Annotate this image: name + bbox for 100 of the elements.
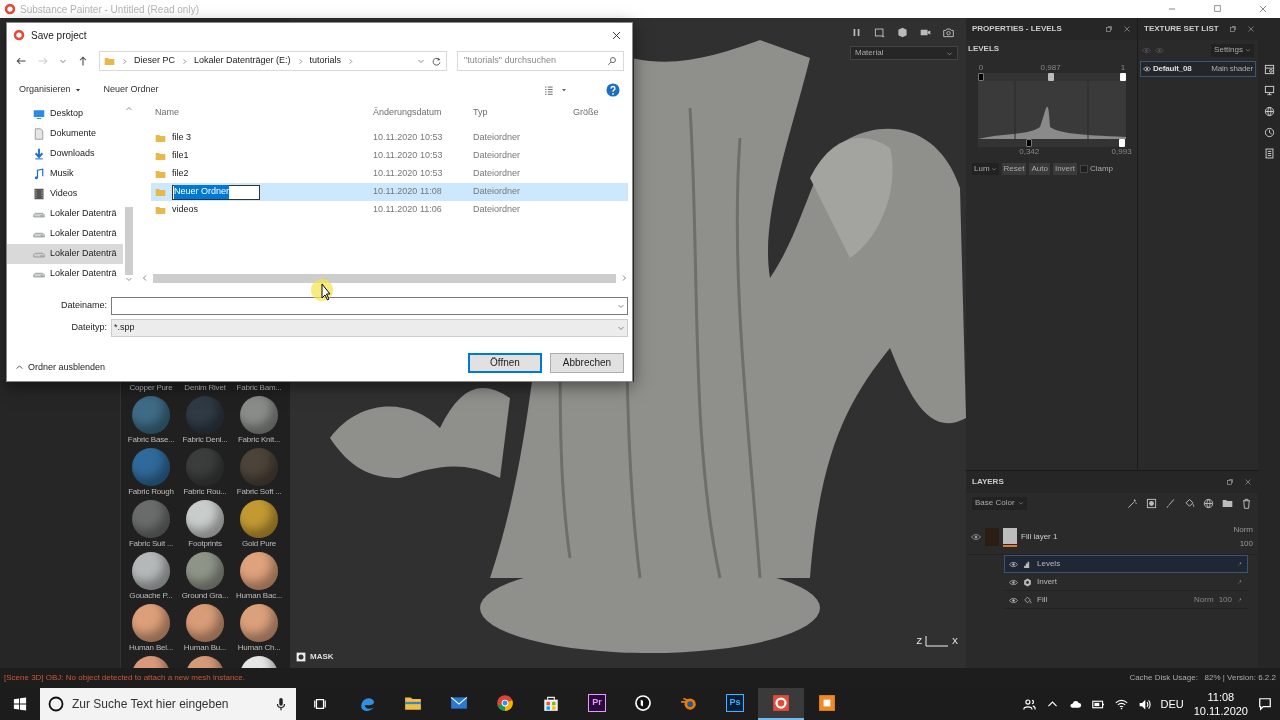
sidebar-item[interactable]: Videos: [7, 184, 123, 204]
toolbar-button[interactable]: Neuer Ordner: [103, 81, 159, 99]
pin-icon[interactable]: [1237, 561, 1243, 567]
help-icon[interactable]: [606, 83, 620, 97]
arrow-up-icon[interactable]: [77, 55, 89, 67]
popout-icon[interactable]: [1105, 25, 1113, 33]
dialog-button[interactable]: Abbrechen: [550, 352, 624, 373]
monitor-icon[interactable]: [1263, 85, 1275, 96]
search-bar[interactable]: Zur Suche Text hier eingeben: [40, 688, 296, 720]
wifi-icon[interactable]: [1114, 697, 1128, 711]
sidebar-item[interactable]: Dokumente: [7, 124, 123, 144]
file-type-dropdown[interactable]: *.spp: [111, 319, 628, 337]
hide-folders-button[interactable]: Ordner ausblenden: [15, 361, 106, 375]
sidebar-item[interactable]: Desktop: [7, 104, 123, 124]
sidebar-item[interactable]: Musik: [7, 164, 123, 184]
effect-row[interactable]: Fill Norm 100: [1004, 591, 1248, 609]
breadcrumb-item[interactable]: tutorials: [309, 54, 342, 68]
trash-icon[interactable]: [1241, 497, 1252, 509]
close-icon[interactable]: [611, 29, 622, 41]
folder-icon[interactable]: [1222, 497, 1233, 509]
rename-field[interactable]: Neuer Ordner: [172, 184, 260, 200]
file-row[interactable]: Neuer Ordner 10.11.2020 11:08 Dateiordner: [151, 183, 628, 201]
refresh-icon[interactable]: [431, 55, 442, 67]
filename-field[interactable]: [111, 297, 628, 315]
frame-icon[interactable]: [874, 26, 885, 38]
file-row[interactable]: file 3 10.11.2020 10:53 Dateiordner: [151, 129, 628, 147]
task-view-icon[interactable]: [313, 697, 327, 711]
channel-dropdown[interactable]: Material: [850, 46, 958, 60]
column-header[interactable]: Name: [151, 106, 369, 120]
search-input[interactable]: Zur Suche Text hier eingeben: [72, 695, 266, 713]
effect-row[interactable]: Levels: [1004, 555, 1248, 573]
eye-icon[interactable]: [1009, 559, 1018, 569]
levels-button[interactable]: Invert: [1052, 163, 1077, 175]
file-row[interactable]: file2 10.11.2020 10:53 Dateiordner: [151, 165, 628, 183]
notification-icon[interactable]: [1258, 697, 1272, 711]
eye-icon[interactable]: [1143, 65, 1151, 73]
caret-icon[interactable]: [560, 86, 568, 94]
level-handle[interactable]: [1120, 73, 1126, 81]
levels-button[interactable]: Reset: [1001, 163, 1027, 175]
image-icon[interactable]: [1263, 64, 1275, 75]
taskbar-app[interactable]: Pr: [574, 688, 620, 720]
settings-dropdown[interactable]: Settings: [1211, 43, 1254, 57]
clock-icon[interactable]: [1263, 127, 1275, 138]
level-handle[interactable]: [1118, 139, 1125, 147]
popout-icon[interactable]: [1226, 478, 1234, 486]
sidebar-item[interactable]: Downloads: [7, 144, 123, 164]
level-handle[interactable]: [1047, 73, 1054, 81]
column-header[interactable]: Größe: [569, 106, 628, 120]
clamp-checkbox[interactable]: [1079, 165, 1088, 173]
sidebar-item[interactable]: Lokaler Datenträ: [7, 264, 123, 284]
channel-dropdown[interactable]: Lum: [972, 163, 999, 175]
eye-icon[interactable]: [1009, 577, 1018, 587]
sidebar-item[interactable]: Lokaler Datenträ: [7, 244, 123, 264]
mask-icon[interactable]: [296, 652, 306, 662]
blend-mode[interactable]: Norm: [1194, 594, 1214, 606]
opacity-value[interactable]: 100: [1218, 594, 1232, 606]
dialog-button[interactable]: Öffnen: [468, 352, 542, 373]
popout-icon[interactable]: [1228, 25, 1237, 33]
pin-icon[interactable]: [1237, 597, 1243, 603]
taskbar-app[interactable]: Ps: [712, 688, 758, 720]
sidebar-item[interactable]: Lokaler Datenträ: [7, 224, 123, 244]
level-handle[interactable]: [978, 73, 984, 81]
speaker-icon[interactable]: [1137, 697, 1151, 711]
list-view-icon[interactable]: [543, 84, 554, 96]
breadcrumb-item[interactable]: Dieser PC: [134, 54, 175, 68]
levels-button[interactable]: Auto: [1029, 163, 1050, 175]
people-icon[interactable]: [1022, 697, 1036, 711]
microphone-icon[interactable]: [274, 697, 288, 711]
texture-set-item[interactable]: Default_08 Main shader: [1140, 61, 1256, 77]
pin-icon[interactable]: [1237, 579, 1243, 585]
column-header[interactable]: Änderungsdatum: [369, 106, 469, 120]
maximize-icon[interactable]: [1213, 4, 1222, 13]
language-indicator[interactable]: DEU: [1160, 695, 1184, 713]
camera-icon[interactable]: [943, 26, 954, 38]
pause-icon[interactable]: [851, 26, 862, 38]
blend-mode[interactable]: Norm: [1233, 524, 1253, 536]
scrollbar[interactable]: [141, 271, 628, 285]
arrow-left-icon[interactable]: [15, 55, 27, 67]
address-bar[interactable]: Dieser PC Lokaler Datenträger (E:) tutorials: [99, 51, 447, 71]
clock[interactable]: 11:08 10.11.2020: [1193, 690, 1248, 718]
eye-icon[interactable]: [1009, 595, 1018, 605]
bucket-icon[interactable]: [1184, 497, 1195, 509]
brush-icon[interactable]: [1165, 497, 1176, 509]
globe-icon[interactable]: [1203, 497, 1214, 509]
opacity-value[interactable]: 100: [1239, 538, 1253, 550]
level-handle[interactable]: [1026, 139, 1033, 147]
channel-dropdown[interactable]: Base Color: [972, 496, 1027, 510]
globe-icon[interactable]: [1263, 106, 1275, 117]
breadcrumb-item[interactable]: Lokaler Datenträger (E:): [194, 54, 291, 68]
sidebar-item[interactable]: Lokaler Datenträ: [7, 204, 123, 224]
effect-row[interactable]: Invert: [1004, 573, 1248, 591]
file-row[interactable]: videos 10.11.2020 11:06 Dateiordner: [151, 201, 628, 219]
file-row[interactable]: file1 10.11.2020 10:53 Dateiordner: [151, 147, 628, 165]
mask-icon[interactable]: [1146, 497, 1157, 509]
cube-icon[interactable]: [897, 26, 908, 38]
toolbar-button[interactable]: Organisieren: [19, 81, 82, 99]
search-bar[interactable]: "tutorials" durchsuchen: [457, 51, 624, 71]
column-header[interactable]: Typ: [469, 106, 569, 120]
document-icon[interactable]: [1263, 148, 1275, 159]
taskbar-app[interactable]: [758, 688, 804, 720]
